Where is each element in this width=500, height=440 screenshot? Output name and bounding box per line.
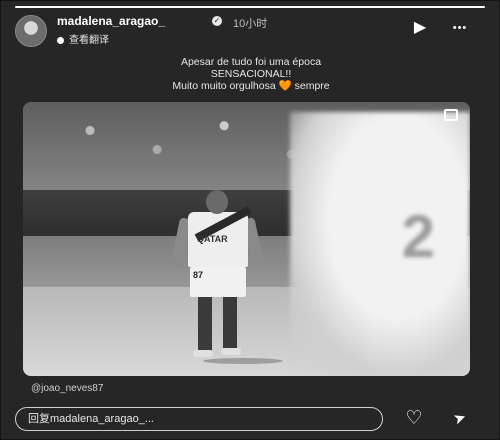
- shorts-number: 87: [193, 270, 204, 280]
- like-heart-icon[interactable]: ♡: [401, 407, 427, 431]
- reply-input[interactable]: 回复madalena_aragao_...: [15, 407, 383, 431]
- story-progress-fill: [15, 6, 485, 8]
- story-viewer: madalena_aragao_ ✓ 10小时 查看翻译 ▶ ••• Apesa…: [0, 0, 500, 440]
- post-time: 10小时: [233, 18, 268, 30]
- avatar[interactable]: [15, 15, 47, 47]
- translate-label: 查看翻译: [69, 35, 109, 46]
- football-player: QATAR 87: [169, 190, 283, 370]
- story-caption: Apesar de tudo foi uma época SENSACIONAL…: [1, 56, 500, 92]
- multi-image-icon: [444, 109, 458, 121]
- caption-line-1: Apesar de tudo foi uma época: [180, 56, 322, 68]
- shirt-sponsor: QATAR: [197, 234, 228, 244]
- mention-tag[interactable]: @joao_neves87: [31, 383, 103, 394]
- translate-icon: [57, 36, 64, 44]
- more-options-icon[interactable]: •••: [451, 19, 469, 37]
- blurred-foreground-player: [290, 112, 470, 376]
- caption-line-3: Muito muito orgulhosa 🧡 sempre: [1, 80, 500, 92]
- story-header: madalena_aragao_ ✓ 10小时 查看翻译 ▶ •••: [15, 13, 485, 47]
- play-icon[interactable]: ▶: [411, 19, 429, 37]
- caption-line-2: SENSACIONAL!!: [210, 68, 292, 80]
- send-icon[interactable]: ➤: [444, 403, 477, 434]
- caption-line-3-end: sempre: [291, 80, 330, 92]
- blurred-shirt-number: 2: [401, 203, 435, 270]
- orange-heart-emoji: 🧡: [278, 80, 292, 92]
- verified-badge-icon: ✓: [212, 16, 222, 26]
- caption-line-3-text: Muito muito orgulhosa: [172, 80, 279, 92]
- story-photo[interactable]: QATAR 87 2: [23, 102, 470, 376]
- translate-link[interactable]: 查看翻译: [57, 31, 109, 46]
- story-progress-bar: [15, 6, 485, 8]
- username[interactable]: madalena_aragao_: [57, 14, 165, 28]
